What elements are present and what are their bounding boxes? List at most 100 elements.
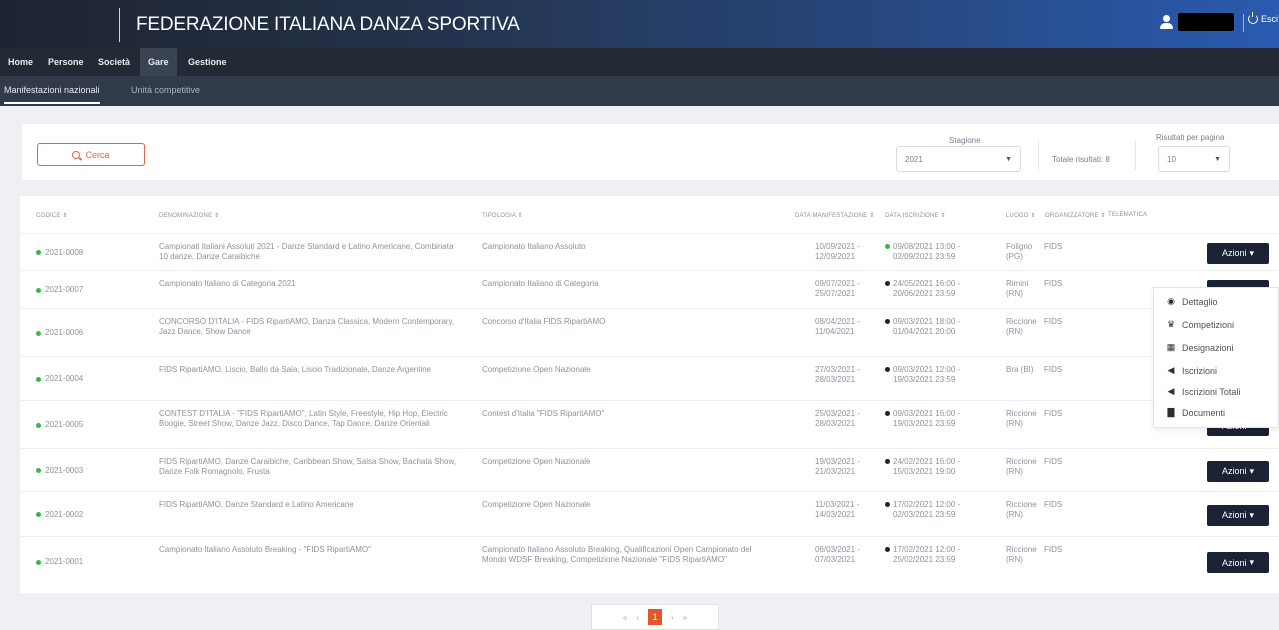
menu-iscrizioni[interactable]: ◀ Iscrizioni — [1166, 365, 1217, 376]
registration-window: 09/03/2021 16:00 - 19/03/2021 23:59 — [885, 409, 990, 429]
gavel-icon: ▦ — [1166, 342, 1176, 352]
registration-window: 24/02/2021 16:00 - 15/03/2021 19:00 — [885, 457, 990, 477]
event-type: Competizione Open Nazionale — [482, 457, 591, 466]
caret-down-icon: ▾ — [1249, 465, 1255, 476]
registration-window-text: 09/03/2021 16:00 - 19/03/2021 23:59 — [893, 409, 961, 428]
azioni-label: Azioni — [1221, 557, 1247, 568]
power-icon — [1248, 12, 1258, 24]
event-dates: 08/04/2021 - 11/04/2021 — [815, 317, 860, 336]
search-icon — [72, 150, 81, 159]
menu-competizioni[interactable]: ♛ Competizioni — [1166, 319, 1234, 330]
event-code: 2021-0002 — [36, 510, 83, 520]
menu-dettaglio[interactable]: ◉ Dettaglio — [1166, 296, 1217, 307]
col-telematica: Telematica — [1108, 212, 1148, 218]
header-separator — [1243, 14, 1244, 32]
event-code: 2021-0004 — [36, 374, 83, 384]
table-row: 2021-0002 FIDS RipartiAMO, Danze Standard… — [20, 491, 1279, 536]
registration-window-text: 24/02/2021 16:00 - 15/03/2021 19:00 — [893, 457, 961, 476]
registration-status-dot — [885, 319, 890, 324]
event-type: Competizione Open Nazionale — [482, 365, 591, 374]
top-bar: FEDERAZIONE ITALIANA DANZA SPORTIVA Esci — [0, 0, 1279, 48]
last-page-button[interactable]: » — [683, 613, 687, 622]
nav-persone[interactable]: Persone — [46, 48, 86, 76]
event-dates: 10/09/2021 - 12/09/2021 — [815, 242, 860, 261]
events-table: Codice ⇕ Denominazione ⇕ Tipologia ⇕ Dat… — [20, 196, 1279, 593]
menu-iscrizioni-totali[interactable]: ◀ Iscrizioni Totali — [1166, 386, 1241, 397]
registration-status-dot — [885, 281, 890, 286]
per-page-select[interactable]: 10 ▼ — [1158, 146, 1230, 172]
page-1-button[interactable]: 1 — [648, 609, 662, 625]
menu-documenti[interactable]: ▇ Documenti — [1166, 407, 1226, 418]
azioni-button[interactable]: Azioni▾ — [1207, 460, 1269, 482]
event-organizer: FIDS — [1044, 500, 1063, 509]
event-organizer: FIDS — [1044, 317, 1063, 326]
user-name-redacted[interactable] — [1178, 13, 1234, 31]
azioni-button[interactable]: Azioni▾ — [1207, 504, 1269, 526]
next-page-button[interactable]: › — [671, 613, 674, 622]
status-dot — [36, 559, 41, 565]
menu-designazioni[interactable]: ▦ Designazioni — [1166, 342, 1234, 353]
registration-window: 09/03/2021 12:00 - 19/03/2021 23:59 — [885, 365, 990, 385]
col-organizzatore[interactable]: Organizzatore ⇕ — [1045, 212, 1106, 219]
event-name: Campionati Italiani Assoluti 2021 - Danz… — [159, 242, 454, 261]
event-type: Contest d'Italia "FIDS RipartiAMO" — [482, 409, 605, 418]
tab-unita-competitive[interactable]: Unità competitive — [131, 76, 200, 104]
registration-window: 24/05/2021 16:00 - 20/06/2021 23:59 — [885, 279, 990, 299]
col-data-iscrizione[interactable]: Data iscrizione ⇕ — [885, 212, 946, 219]
caret-down-icon: ▾ — [1249, 509, 1255, 520]
table-row: 2021-0004 FIDS RipartiAMO, Liscio, Ballo … — [20, 356, 1279, 400]
season-select[interactable]: 2021 ▼ — [896, 146, 1021, 172]
event-place: Riccione (RN) — [1006, 457, 1037, 476]
registration-window-text: 24/05/2021 16:00 - 20/06/2021 23:59 — [893, 279, 961, 298]
event-name: CONCORSO D'ITALIA - FIDS RipartiAMO, Dan… — [159, 317, 455, 336]
azioni-button[interactable]: Azioni▾ — [1207, 242, 1269, 264]
megaphone-icon: ◀ — [1167, 365, 1175, 375]
azioni-button[interactable]: Azioni▾ — [1207, 552, 1269, 573]
event-code-text: 2021-0003 — [45, 465, 84, 475]
caret-down-icon: ▾ — [1249, 557, 1255, 567]
event-place: Riccione (RN) — [1006, 409, 1037, 428]
nav-gare[interactable]: Gare — [140, 48, 177, 76]
col-denominazione[interactable]: Denominazione ⇕ — [159, 212, 219, 219]
registration-status-dot — [885, 502, 890, 507]
tab-manifestazioni-nazionali[interactable]: Manifestazioni nazionali — [4, 76, 100, 104]
fids-logo[interactable] — [0, 0, 118, 48]
exit-button[interactable]: Esci — [1248, 12, 1278, 24]
col-codice[interactable]: Codice ⇕ — [36, 212, 68, 219]
col-luogo[interactable]: Luogo ⇕ — [1006, 212, 1036, 219]
filter-divider — [1038, 140, 1039, 170]
nav-home[interactable]: Home — [6, 48, 35, 76]
event-organizer: FIDS — [1044, 409, 1063, 418]
search-button[interactable]: Cerca — [37, 143, 145, 166]
azioni-dropdown-menu: ◉ Dettaglio ♛ Competizioni ▦ Designazioni ◀… — [1153, 287, 1279, 428]
status-dot — [36, 512, 41, 517]
event-organizer: FIDS — [1044, 457, 1063, 466]
registration-window: 09/03/2021 18:00 - 01/04/2021 20:00 — [885, 317, 990, 337]
filter-divider — [1135, 140, 1136, 170]
registration-status-dot — [885, 411, 890, 416]
event-organizer: FIDS — [1044, 242, 1063, 251]
event-code: 2021-0008 — [36, 248, 83, 258]
event-type: Campionato Italiano Assoluto Breaking, Q… — [482, 545, 752, 564]
status-dot — [36, 287, 41, 293]
status-dot — [36, 468, 41, 473]
event-dates: 25/03/2021 - 28/03/2021 — [815, 409, 860, 428]
per-page-label: Risultati per pagina — [1156, 133, 1225, 142]
col-data-manifestazione[interactable]: Data manifestazione ⇕ — [795, 212, 875, 219]
trophy-icon: ♛ — [1166, 319, 1176, 329]
event-name: FIDS RipartiAMO, Danze Caraibiche, Carib… — [159, 457, 457, 476]
prev-page-button[interactable]: ‹ — [636, 613, 639, 622]
event-code: 2021-0007 — [36, 285, 83, 295]
event-place: Riccione (RN) — [1006, 500, 1037, 519]
document-icon: ▇ — [1167, 407, 1175, 417]
nav-societa[interactable]: Società — [96, 48, 132, 76]
first-page-button[interactable]: « — [623, 613, 627, 622]
event-dates: 11/03/2021 - 14/03/2021 — [815, 500, 860, 519]
event-code: 2021-0001 — [36, 557, 83, 567]
registration-window-text: 17/02/2021 12:00 - 02/03/2021 23:59 — [893, 500, 961, 519]
event-type: Campionato Italiano di Categoria — [482, 279, 599, 288]
col-tipologia[interactable]: Tipologia ⇕ — [482, 212, 523, 219]
table-row: 2021-0005 CONTEST D'ITALIA - "FIDS Ripart… — [20, 400, 1279, 448]
nav-gestione[interactable]: Gestione — [186, 48, 229, 76]
event-name: CONTEST D'ITALIA - "FIDS RipartiAMO", La… — [159, 409, 448, 428]
